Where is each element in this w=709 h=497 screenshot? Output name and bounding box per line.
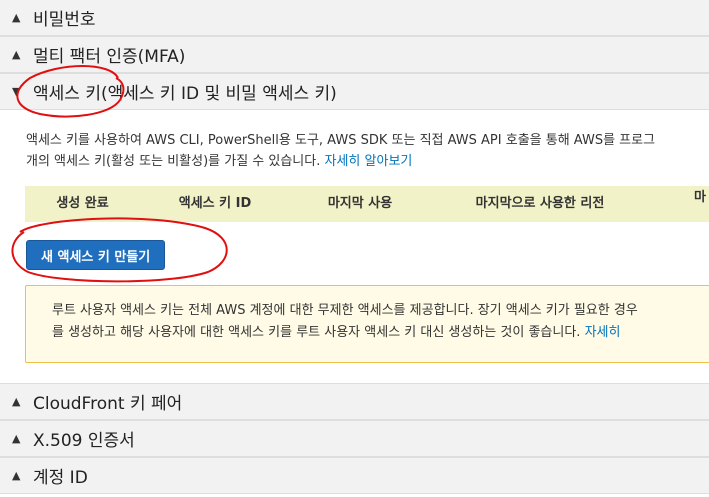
section-title-x509: X.509 인증서: [33, 431, 135, 451]
warning-line-2-text: 를 생성하고 해당 사용자에 대한 액세스 키를 루트 사용자 액세스 키 대신…: [52, 325, 581, 340]
access-keys-table-header: 생성 완료 액세스 키 ID 마지막 사용 마지막으로 사용한 리전 마: [25, 186, 709, 222]
description-line-2: 개의 액세스 키(활성 또는 비활성)를 가질 수 있습니다. 자세히 알아보기: [26, 151, 709, 172]
description-line-1: 액세스 키를 사용하여 AWS CLI, PowerShell용 도구, AWS…: [26, 133, 656, 148]
column-header-access-key-id[interactable]: 액세스 키 ID: [140, 186, 290, 222]
section-header-x509[interactable]: ▲ X.509 인증서: [0, 420, 709, 457]
column-header-truncated[interactable]: 마: [685, 180, 709, 216]
triangle-up-icon: ▲: [12, 11, 21, 24]
column-header-last-used[interactable]: 마지막 사용: [290, 186, 430, 222]
triangle-up-icon: ▲: [12, 469, 21, 482]
warning-learn-more-link[interactable]: 자세히: [585, 325, 621, 340]
section-header-mfa[interactable]: ▲ 멀티 팩터 인증(MFA): [0, 36, 709, 73]
learn-more-link[interactable]: 자세히 알아보기: [325, 154, 413, 169]
triangle-up-icon: ▲: [12, 48, 21, 61]
create-access-key-button[interactable]: 새 액세스 키 만들기: [26, 240, 166, 270]
access-keys-description: 액세스 키를 사용하여 AWS CLI, PowerShell용 도구, AWS…: [26, 130, 709, 172]
access-keys-panel: 액세스 키를 사용하여 AWS CLI, PowerShell용 도구, AWS…: [0, 110, 709, 383]
section-title-cloudfront: CloudFront 키 페어: [33, 394, 183, 414]
section-header-cloudfront[interactable]: ▲ CloudFront 키 페어: [0, 383, 709, 420]
section-title-password: 비밀번호: [33, 10, 96, 30]
section-title-mfa: 멀티 팩터 인증(MFA): [33, 47, 186, 67]
description-line-2-text: 개의 액세스 키(활성 또는 비활성)를 가질 수 있습니다.: [26, 154, 321, 169]
column-header-last-used-region-label: 마지막으로 사용한 리전: [475, 196, 605, 211]
column-header-last-used-region[interactable]: 마지막으로 사용한 리전: [430, 186, 650, 222]
warning-line-1: 루트 사용자 액세스 키는 전체 AWS 계정에 대한 무제한 액세스를 제공합…: [52, 303, 638, 318]
warning-line-2: 를 생성하고 해당 사용자에 대한 액세스 키를 루트 사용자 액세스 키 대신…: [52, 322, 709, 344]
triangle-up-icon: ▲: [12, 432, 21, 445]
triangle-down-icon: ▼: [12, 85, 21, 98]
section-header-account-id[interactable]: ▲ 계정 ID: [0, 457, 709, 494]
column-header-created[interactable]: 생성 완료: [25, 186, 140, 222]
section-title-account-id: 계정 ID: [33, 468, 88, 488]
root-key-warning: 루트 사용자 액세스 키는 전체 AWS 계정에 대한 무제한 액세스를 제공합…: [25, 285, 709, 363]
triangle-up-icon: ▲: [12, 395, 21, 408]
section-header-access-keys[interactable]: ▼ 액세스 키(액세스 키 ID 및 비밀 액세스 키): [0, 73, 709, 110]
section-title-access-keys: 액세스 키(액세스 키 ID 및 비밀 액세스 키): [33, 84, 337, 104]
section-header-password[interactable]: ▲ 비밀번호: [0, 0, 709, 36]
